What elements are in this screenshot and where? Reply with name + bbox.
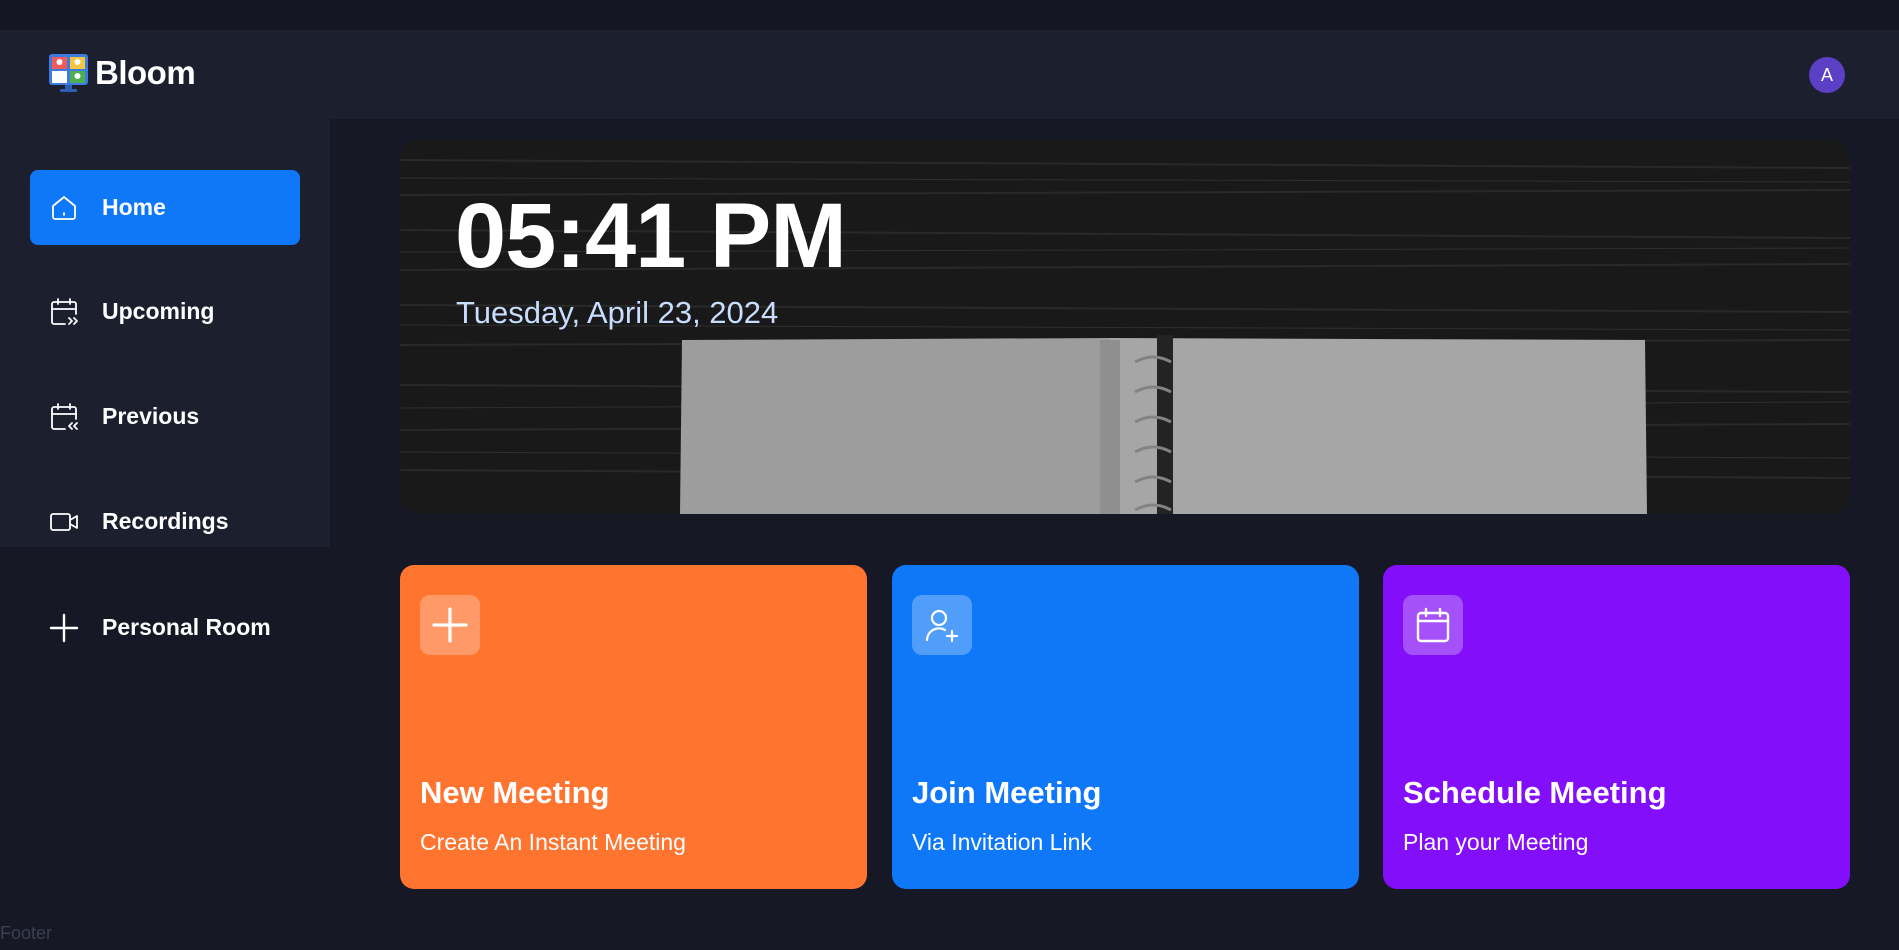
footer-text: Footer xyxy=(0,923,53,943)
card-title: Schedule Meeting xyxy=(1403,775,1667,810)
plus-icon xyxy=(420,595,480,655)
current-date: Tuesday, April 23, 2024 xyxy=(456,295,779,330)
card-title: New Meeting xyxy=(420,775,610,810)
new-meeting-card[interactable]: New Meeting Create An Instant Meeting xyxy=(400,565,867,889)
current-time: 05:41 PM xyxy=(455,185,847,287)
logo[interactable]: Bloom xyxy=(48,52,196,93)
hero-banner: 05:41 PM Tuesday, April 23, 2024 xyxy=(400,140,1850,514)
calendar-forward-icon xyxy=(48,296,80,328)
sidebar-item-label: Recordings xyxy=(102,508,229,534)
card-subtitle: Plan your Meeting xyxy=(1403,829,1589,855)
logo-icon xyxy=(49,54,88,92)
card-subtitle: Create An Instant Meeting xyxy=(420,829,686,855)
video-icon xyxy=(48,506,80,538)
home-icon xyxy=(48,192,80,224)
sidebar-item-recordings[interactable]: Recordings xyxy=(30,484,300,559)
schedule-meeting-card[interactable]: Schedule Meeting Plan your Meeting xyxy=(1383,565,1850,889)
sidebar-item-upcoming[interactable]: Upcoming xyxy=(30,274,300,349)
card-subtitle: Via Invitation Link xyxy=(912,829,1092,855)
sidebar-item-label: Upcoming xyxy=(102,298,215,324)
card-title: Join Meeting xyxy=(912,775,1102,810)
user-avatar[interactable]: A xyxy=(1809,57,1845,93)
calendar-icon xyxy=(1403,595,1463,655)
join-meeting-card[interactable]: Join Meeting Via Invitation Link xyxy=(892,565,1359,889)
sidebar-item-label: Personal Room xyxy=(102,614,271,640)
top-strip xyxy=(0,0,1899,30)
brand-name: Bloom xyxy=(95,53,196,91)
top-navbar: Bloom A xyxy=(0,30,1899,119)
sidebar-item-home[interactable]: Home xyxy=(30,170,300,245)
user-plus-icon xyxy=(912,595,972,655)
sidebar-item-label: Home xyxy=(102,194,166,220)
sidebar-item-previous[interactable]: Previous xyxy=(30,379,300,454)
plus-icon xyxy=(48,612,80,644)
sidebar-item-personal-room[interactable]: Personal Room xyxy=(30,590,300,665)
calendar-back-icon xyxy=(48,401,80,433)
sidebar-item-label: Previous xyxy=(102,403,200,429)
sidebar: Home Upcoming Previous Recordings xyxy=(0,119,330,547)
